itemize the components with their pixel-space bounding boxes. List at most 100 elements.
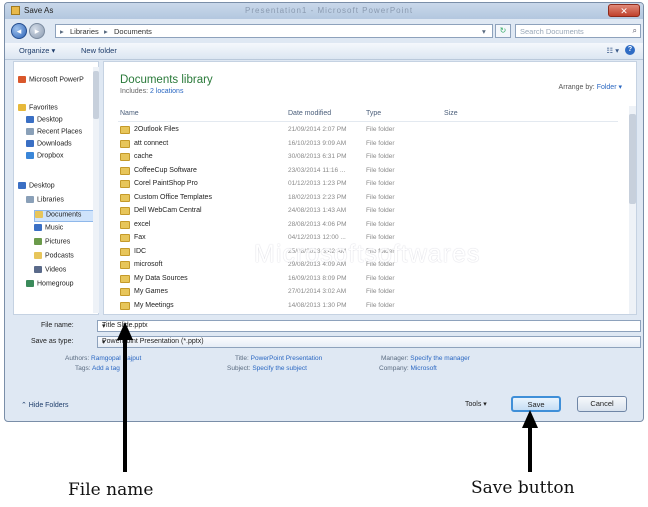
sidebar-item-label: Desktop	[29, 182, 55, 190]
folder-icon	[26, 128, 34, 135]
subject-value[interactable]: Specify the subject	[252, 365, 307, 372]
file-name: Custom Office Templates	[134, 193, 212, 201]
file-list-scrollbar[interactable]	[629, 106, 636, 314]
arrange-by-label: Arrange by:	[558, 84, 595, 91]
save-as-icon	[11, 6, 20, 15]
file-name-arrow-shaft	[123, 338, 127, 472]
scroll-thumb[interactable]	[93, 71, 99, 119]
arrange-by: Arrange by: Folder ▾	[559, 83, 622, 91]
file-name-input[interactable]: Title Slide.pptx ▾	[97, 320, 641, 332]
title-field: Title: PowerPoint Presentation	[235, 355, 322, 362]
sidebar-item[interactable]: Favorites	[18, 104, 98, 116]
navigation-scrollbar[interactable]	[93, 67, 99, 313]
address-bar[interactable]: ▸ Libraries ▸ Documents ▾	[55, 24, 493, 38]
chevron-down-icon[interactable]: ▾	[102, 338, 637, 346]
cancel-button[interactable]: Cancel	[577, 396, 627, 412]
file-row[interactable]: Corel PaintShop Pro 01/12/2013 1:23 PM Fil…	[118, 178, 618, 191]
column-header-date[interactable]: Date modified	[288, 110, 331, 117]
close-button[interactable]: ✕	[608, 4, 640, 17]
sidebar-item[interactable]: Podcasts	[34, 252, 98, 264]
sidebar-item[interactable]: Microsoft PowerP	[18, 76, 98, 88]
title-value[interactable]: PowerPoint Presentation	[251, 355, 323, 362]
save-as-type-select[interactable]: PowerPoint Presentation (*.pptx) ▾	[97, 336, 641, 348]
search-icon[interactable]: ⌕	[633, 26, 637, 36]
file-row[interactable]: Custom Office Templates 18/02/2013 2:23 P…	[118, 192, 618, 205]
column-header-size[interactable]: Size	[444, 110, 458, 117]
view-options-icon[interactable]: ☷ ▾	[606, 46, 619, 55]
file-name: Corel PaintShop Pro	[134, 180, 198, 187]
column-header-name[interactable]: Name	[120, 110, 139, 117]
file-row[interactable]: att connect 16/10/2013 9:09 AM File folder	[118, 138, 618, 151]
navigation-pane: Microsoft PowerP Favorites Desktop Recent P…	[13, 61, 99, 315]
folder-icon	[120, 207, 130, 215]
folder-icon	[120, 139, 130, 148]
file-type: File folder	[366, 301, 395, 309]
folder-icon	[34, 252, 42, 259]
folder-icon	[34, 224, 42, 231]
tags-value[interactable]: Add a tag	[92, 365, 120, 372]
sidebar-item[interactable]: Homegroup	[26, 280, 98, 292]
library-includes: Includes: 2 locations	[120, 88, 183, 95]
breadcrumb-libraries[interactable]: Libraries	[70, 27, 99, 36]
sidebar-item[interactable]: Desktop	[26, 116, 98, 128]
folder-icon	[35, 211, 43, 218]
file-date: 18/02/2013 2:23 PM	[288, 193, 347, 201]
sidebar-item-label: Videos	[45, 266, 67, 274]
company-field: Company: Microsoft	[379, 365, 437, 372]
sidebar-item-label: Podcasts	[45, 252, 74, 260]
file-row[interactable]: cache 30/08/2013 6:31 PM File folder	[118, 151, 618, 164]
file-row[interactable]: My Games 27/01/2014 3:02 AM File folder	[118, 286, 618, 299]
folder-icon	[26, 116, 34, 123]
breadcrumb-documents[interactable]: Documents	[114, 27, 152, 36]
file-row[interactable]: CoffeeCup Software 23/03/2014 11:16 ... Fi…	[118, 165, 618, 178]
manager-value[interactable]: Specify the manager	[410, 355, 470, 362]
address-dropdown-icon[interactable]: ▾	[482, 27, 486, 36]
file-row[interactable]: My Data Sources 16/09/2013 8:09 PM File fo…	[118, 273, 618, 286]
file-name: 2Outlook Files	[134, 126, 179, 133]
new-folder-button[interactable]: New folder	[81, 46, 117, 55]
sidebar-item[interactable]: Dropbox	[26, 152, 98, 164]
arrange-by-dropdown[interactable]: Folder ▾	[597, 84, 622, 91]
refresh-icon[interactable]: ↻	[495, 24, 511, 38]
forward-arrow-icon[interactable]: ▸	[29, 23, 45, 39]
sidebar-item-label: Recent Places	[37, 128, 83, 136]
sidebar-item[interactable]: Videos	[34, 266, 98, 278]
sidebar-item[interactable]: Desktop	[18, 182, 98, 194]
file-date: 21/09/2014 2:07 PM	[288, 126, 347, 133]
back-arrow-icon[interactable]: ◂	[11, 23, 27, 39]
sidebar-item[interactable]: Recent Places	[26, 128, 98, 140]
authors-label: Authors:	[65, 355, 90, 362]
sidebar-item[interactable]: Pictures	[34, 238, 98, 250]
file-name: My Games	[134, 288, 168, 295]
file-name: excel	[134, 220, 151, 228]
search-input[interactable]: Search Documents ⌕	[515, 24, 641, 38]
sidebar-item[interactable]: Documents	[34, 210, 98, 222]
scroll-thumb[interactable]	[629, 114, 636, 204]
tags-label: Tags:	[75, 365, 91, 372]
sidebar-item[interactable]: Libraries	[26, 196, 98, 208]
help-icon[interactable]: ?	[625, 45, 635, 55]
sidebar-item[interactable]: Music	[34, 224, 98, 236]
tags-field: Tags: Add a tag	[75, 365, 120, 372]
file-row[interactable]: My Meetings 14/08/2013 1:30 PM File folder	[118, 300, 618, 313]
file-date: 23/03/2014 11:16 ...	[288, 166, 346, 174]
file-row[interactable]: Dell WebCam Central 24/08/2013 1:43 AM Fil…	[118, 205, 618, 218]
sidebar-item-label: Microsoft PowerP	[29, 76, 84, 84]
header-divider	[118, 121, 618, 122]
hide-folders-button[interactable]: ⌃ Hide Folders	[21, 401, 69, 409]
chevron-down-icon[interactable]: ▾	[102, 322, 637, 330]
file-row[interactable]: excel 28/08/2013 4:06 PM File folder	[118, 219, 618, 232]
authors-field: Authors: Ramgopal Rajput	[65, 355, 141, 362]
authors-value[interactable]: Ramgopal Rajput	[91, 355, 141, 362]
sidebar-item-label: Music	[45, 224, 64, 232]
tools-dropdown[interactable]: Tools ▾	[465, 400, 487, 408]
company-value[interactable]: Microsoft	[410, 365, 436, 372]
sidebar-item[interactable]: Downloads	[26, 140, 98, 152]
column-header-type[interactable]: Type	[366, 110, 381, 117]
manager-field: Manager: Specify the manager	[381, 355, 470, 362]
subject-label: Subject:	[227, 365, 251, 372]
file-row[interactable]: 2Outlook Files 21/09/2014 2:07 PM File fol…	[118, 124, 618, 137]
folder-icon	[34, 238, 42, 245]
organize-button[interactable]: Organize ▾	[19, 46, 55, 55]
locations-link[interactable]: 2 locations	[150, 88, 183, 95]
